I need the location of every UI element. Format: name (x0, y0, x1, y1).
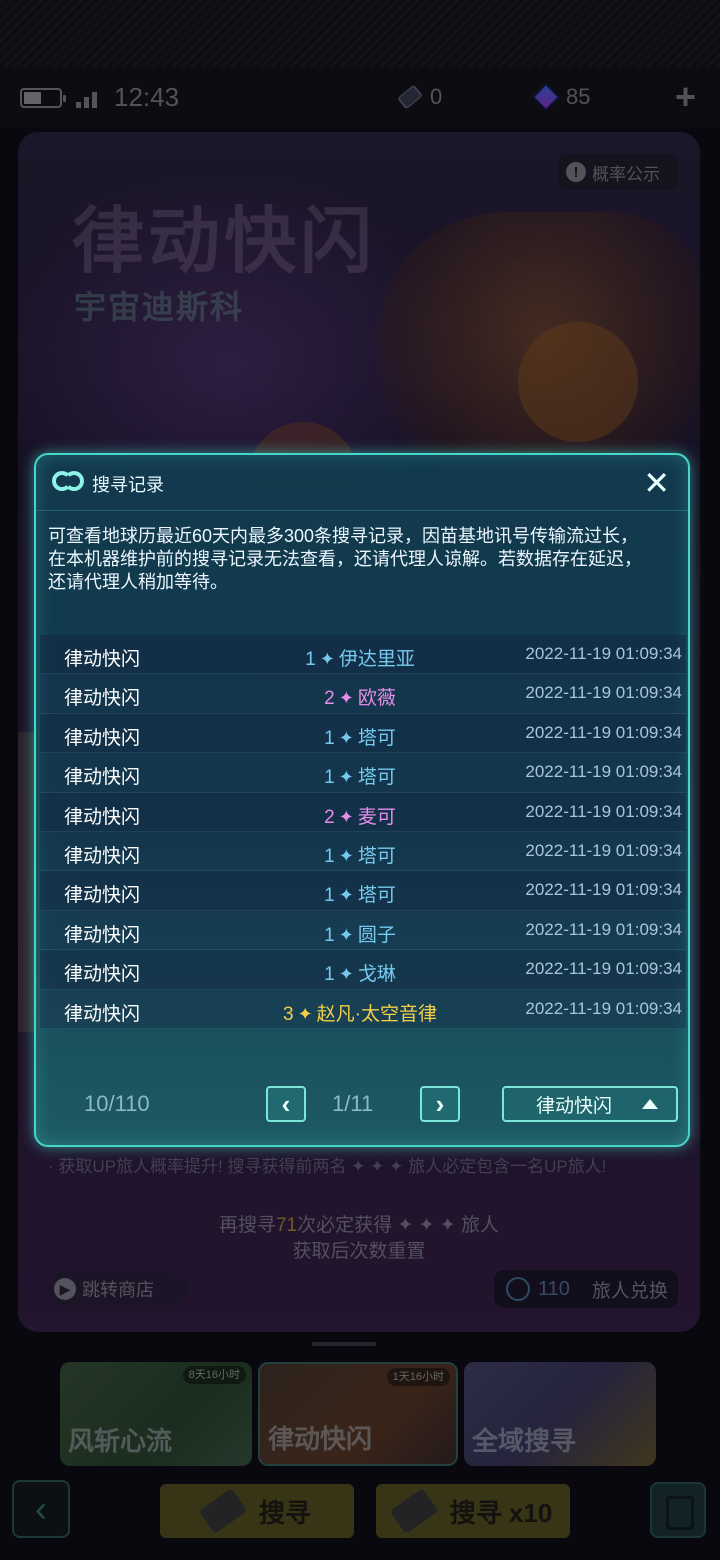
record-pool: 律动快闪 (64, 767, 141, 789)
star-icon: ✦ (297, 1003, 313, 1024)
record-rarity: 1 (324, 767, 335, 789)
record-result: 1 ✦ 塔可 (220, 723, 500, 750)
record-pool: 律动快闪 (64, 845, 141, 867)
record-time: 2022-11-19 01:09:34 (525, 919, 682, 939)
triangle-up-icon (642, 1099, 659, 1109)
star-icon: ✦ (338, 767, 354, 788)
record-rarity: 1 (305, 649, 316, 670)
record-name: 塔可 (357, 767, 396, 789)
star-icon: ✦ (338, 727, 354, 748)
record-result: 2 ✦ 麦可 (220, 802, 500, 829)
table-row: 律动快闪 3 ✦ 赵凡·太空音律 2022-11-19 01:09:34 (40, 989, 686, 1029)
record-rarity: 2 (324, 688, 335, 710)
record-time: 2022-11-19 01:09:34 (525, 880, 682, 900)
dialog-header: 搜寻记录 ✕ (36, 455, 688, 511)
record-rarity: 1 (324, 885, 335, 907)
star-icon: ✦ (338, 924, 354, 945)
record-list: 律动快闪 1 ✦ 伊达里亚 2022-11-19 01:09:34 律动快闪 2 ✦ 欧薇 202… (40, 635, 686, 1029)
record-name: 欧薇 (357, 688, 396, 710)
record-name: 伊达里亚 (338, 649, 415, 670)
record-time: 2022-11-19 01:09:34 (525, 959, 682, 979)
table-row: 律动快闪 2 ✦ 欧薇 2022-11-19 01:09:34 (40, 674, 686, 714)
dialog-title: 搜寻记录 (92, 475, 164, 495)
record-rarity: 1 (324, 924, 335, 946)
dialog-description: 可查看地球历最近60天内最多300条搜寻记录，因苗基地讯号传输流过长， 在本机器… (48, 525, 688, 594)
record-result: 3 ✦ 赵凡·太空音律 (220, 999, 500, 1026)
star-icon: ✦ (338, 845, 354, 866)
search-record-dialog: 搜寻记录 ✕ 可查看地球历最近60天内最多300条搜寻记录，因苗基地讯号传输流过… (34, 453, 690, 1147)
record-result: 1 ✦ 塔可 (220, 841, 500, 868)
record-name: 塔可 (357, 727, 396, 749)
desc-line: 在本机器维护前的搜寻记录无法查看，还请代理人谅解。若数据存在延迟， (48, 549, 642, 569)
pool-filter-dropdown[interactable]: 律动快闪 (502, 1086, 678, 1122)
record-count: 10/110 (84, 1091, 150, 1116)
record-name: 戈琳 (357, 964, 396, 986)
close-icon[interactable]: ✕ (643, 465, 670, 501)
table-row: 律动快闪 1 ✦ 圆子 2022-11-19 01:09:34 (40, 910, 686, 951)
record-time: 2022-11-19 01:09:34 (525, 722, 682, 742)
record-time: 2022-11-19 01:09:34 (525, 762, 682, 782)
record-rarity: 1 (324, 845, 335, 867)
record-pool: 律动快闪 (64, 924, 141, 946)
pool-filter-value: 律动快闪 (536, 1095, 613, 1117)
record-time: 2022-11-19 01:09:34 (525, 644, 682, 663)
table-row: 律动快闪 2 ✦ 麦可 2022-11-19 01:09:34 (40, 792, 686, 832)
page-indicator: 1/11 (332, 1091, 374, 1116)
record-name: 塔可 (357, 845, 396, 867)
record-time: 2022-11-19 01:09:34 (525, 840, 682, 860)
prev-page-button[interactable]: ‹ (266, 1086, 306, 1122)
table-row: 律动快闪 1 ✦ 塔可 2022-11-19 01:09:34 (40, 753, 686, 793)
record-pool: 律动快闪 (64, 1003, 141, 1025)
record-name: 圆子 (357, 924, 396, 946)
star-icon: ✦ (319, 649, 335, 669)
table-row: 律动快闪 1 ✦ 戈琳 2022-11-19 01:09:34 (40, 950, 686, 990)
star-icon: ✦ (338, 964, 354, 985)
record-time: 2022-11-19 01:09:34 (525, 998, 682, 1018)
link-icon (52, 471, 84, 493)
record-time: 2022-11-19 01:09:34 (525, 683, 682, 703)
record-pool: 律动快闪 (64, 885, 141, 907)
star-icon: ✦ (338, 885, 354, 906)
record-pool: 律动快闪 (64, 649, 141, 670)
table-row: 律动快闪 1 ✦ 塔可 2022-11-19 01:09:34 (40, 871, 686, 911)
record-pool: 律动快闪 (64, 727, 141, 749)
table-row: 律动快闪 1 ✦ 塔可 2022-11-19 01:09:34 (40, 713, 686, 754)
record-name: 塔可 (357, 885, 396, 907)
record-name: 麦可 (357, 806, 396, 828)
star-icon: ✦ (338, 806, 354, 827)
record-pool: 律动快闪 (64, 688, 141, 710)
star-icon: ✦ (338, 688, 354, 709)
desc-line: 还请代理人稍加等待。 (48, 572, 228, 592)
next-page-button[interactable]: › (420, 1086, 460, 1122)
record-pool: 律动快闪 (64, 964, 141, 986)
record-result: 1 ✦ 伊达里亚 (220, 644, 500, 671)
desc-line: 可查看地球历最近60天内最多300条搜寻记录，因苗基地讯号传输流过长， (48, 526, 639, 546)
record-result: 1 ✦ 圆子 (220, 920, 500, 947)
record-rarity: 1 (324, 964, 335, 986)
dialog-footer: 10/110 ‹ 1/11 › 律动快闪 (36, 1085, 688, 1125)
record-rarity: 2 (324, 806, 335, 828)
record-rarity: 1 (324, 727, 335, 749)
record-result: 1 ✦ 塔可 (220, 880, 500, 907)
record-result: 1 ✦ 塔可 (220, 762, 500, 789)
record-rarity: 3 (283, 1003, 294, 1025)
table-row: 律动快闪 1 ✦ 伊达里亚 2022-11-19 01:09:34 (40, 635, 686, 675)
record-result: 2 ✦ 欧薇 (220, 683, 500, 710)
record-pool: 律动快闪 (64, 806, 141, 828)
table-row: 律动快闪 1 ✦ 塔可 2022-11-19 01:09:34 (40, 831, 686, 872)
record-name: 赵凡·太空音律 (316, 1003, 437, 1025)
record-time: 2022-11-19 01:09:34 (525, 801, 682, 821)
record-result: 1 ✦ 戈琳 (220, 959, 500, 986)
